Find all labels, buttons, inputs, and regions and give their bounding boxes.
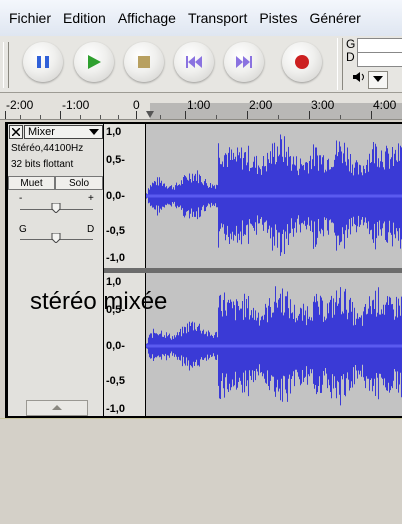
meter-right-label: D — [346, 50, 355, 64]
ruler-tick — [5, 111, 6, 119]
skip-start-icon — [186, 56, 202, 68]
track-name: Mixer — [28, 126, 55, 138]
ruler-tick — [60, 111, 61, 119]
pause-button[interactable] — [23, 42, 63, 82]
play-icon — [88, 55, 101, 69]
skip-start-button[interactable] — [174, 42, 214, 82]
ruler-minor-tick — [118, 115, 119, 119]
close-icon — [11, 127, 21, 137]
track-bitdepth: 32 bits flottant — [11, 159, 74, 170]
caption-text: stéréo mixée — [30, 288, 168, 315]
scale-label: 0,0- — [106, 190, 125, 202]
skip-end-icon — [236, 56, 252, 68]
timeline-ruler[interactable]: -2:00 -1:00 0 1:00 2:00 3:00 4:00 — [0, 93, 402, 120]
ruler-minor-tick — [340, 115, 341, 119]
mute-button[interactable]: Muet — [8, 176, 55, 190]
ruler-label: -2:00 — [6, 98, 34, 112]
gain-slider[interactable] — [51, 203, 61, 213]
toolbar-grip-meter[interactable] — [337, 38, 343, 90]
scale-label: -0,5 — [106, 225, 125, 237]
play-position-marker[interactable] — [146, 111, 154, 118]
menu-view[interactable]: Affichage — [112, 10, 182, 26]
ruler-tick — [309, 111, 310, 119]
ruler-minor-tick — [100, 115, 101, 119]
meter-left-label: G — [346, 37, 356, 51]
pan-left-label: G — [19, 224, 27, 235]
skip-end-button[interactable] — [224, 42, 264, 82]
ruler-minor-tick — [216, 115, 217, 119]
ruler-minor-tick — [160, 115, 161, 119]
toolbar-grip[interactable] — [3, 42, 9, 88]
scale-label: 0,0- — [106, 340, 125, 352]
record-button[interactable] — [282, 42, 322, 82]
chevron-down-icon — [89, 129, 99, 135]
ruler-minor-tick — [278, 115, 279, 119]
speaker-icon — [352, 71, 366, 86]
menu-generate[interactable]: Générer — [303, 10, 366, 26]
channel-separator — [104, 268, 402, 273]
ruler-minor-tick — [40, 115, 41, 119]
ruler-label: 4:00 — [373, 98, 397, 112]
pan-right-label: D — [87, 224, 95, 235]
stop-button[interactable] — [124, 42, 164, 82]
ruler-label: -1:00 — [62, 98, 90, 112]
solo-button[interactable]: Solo — [55, 176, 103, 190]
ruler-tick — [247, 111, 248, 119]
meter-left-bar[interactable] — [357, 38, 402, 53]
menu-file[interactable]: Fichier — [0, 10, 57, 26]
ruler-minor-tick — [80, 115, 81, 119]
menu-tracks[interactable]: Pistes — [253, 10, 303, 26]
stop-icon — [138, 56, 150, 68]
collapse-track-button[interactable] — [26, 400, 88, 416]
ruler-label: 3:00 — [311, 98, 335, 112]
play-button[interactable] — [74, 42, 114, 82]
ruler-tick — [136, 111, 137, 119]
ruler-label: 0 — [133, 98, 140, 112]
volume-dropdown[interactable] — [368, 71, 388, 89]
pause-icon — [37, 56, 49, 68]
ruler-label: 2:00 — [249, 98, 273, 112]
record-icon — [295, 55, 309, 69]
gain-plus-label: + — [88, 193, 94, 204]
scale-label: 0,5- — [106, 154, 125, 166]
track-name-menu[interactable]: Mixer — [24, 125, 103, 139]
menu-bar: Fichier Edition Affichage Transport Pist… — [0, 0, 402, 37]
scale-label: -0,5 — [106, 375, 125, 387]
chevron-up-icon — [52, 405, 62, 410]
pan-slider[interactable] — [51, 233, 61, 243]
chevron-down-icon — [373, 76, 383, 82]
scale-label: -1,0 — [106, 252, 125, 264]
gain-minus-label: - — [19, 193, 23, 204]
ruler-tick — [371, 111, 372, 119]
ruler-label: 1:00 — [187, 98, 211, 112]
ruler-tick — [185, 111, 186, 119]
scale-label: -1,0 — [106, 403, 125, 415]
track-area-bottom-border — [0, 418, 402, 419]
scale-label: 1,0 — [106, 276, 122, 288]
meter-right-bar[interactable] — [357, 52, 402, 67]
track-control-panel: Mixer Stéréo,44100Hz 32 bits flottant Mu… — [8, 124, 103, 416]
menu-transport[interactable]: Transport — [182, 10, 253, 26]
ruler-minor-tick — [20, 115, 21, 119]
scale-label: 1,0 — [106, 126, 122, 138]
track-header: Mixer — [8, 125, 103, 140]
track-format: Stéréo,44100Hz — [11, 143, 84, 154]
menu-edit[interactable]: Edition — [57, 10, 112, 26]
close-track-button[interactable] — [9, 125, 23, 139]
transport-toolbar: G D — [0, 36, 402, 93]
